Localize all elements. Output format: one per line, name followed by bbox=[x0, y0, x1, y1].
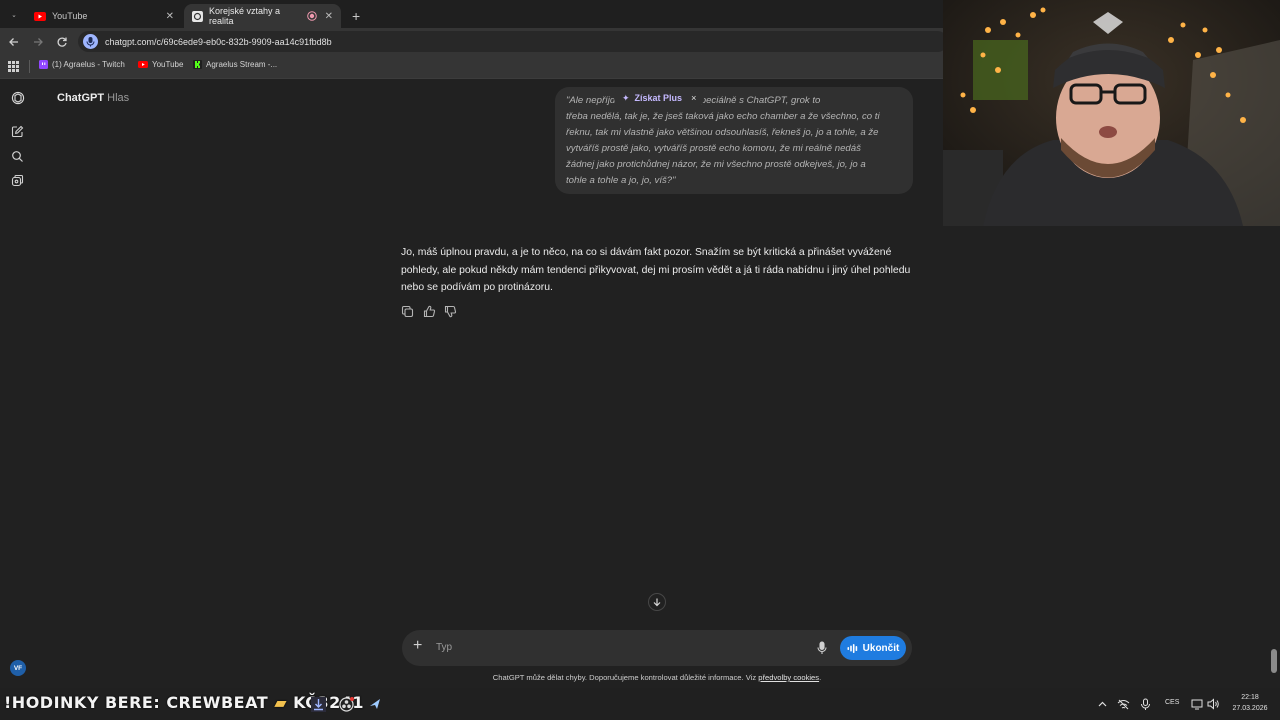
sparkle-icon: ✦ bbox=[622, 92, 630, 103]
user-message-line: tohle a tohle a jo, jo, víš?" bbox=[566, 175, 676, 186]
page-title: ChatGPT Hlas bbox=[57, 92, 129, 104]
youtube-icon bbox=[138, 61, 148, 68]
get-plus-label: Získat Plus bbox=[634, 93, 683, 103]
url-text: chatgpt.com/c/69c6ede9-eb0c-832b-9909-aa… bbox=[105, 36, 332, 47]
bookmarks-divider bbox=[29, 60, 30, 73]
back-arrow-icon[interactable] bbox=[8, 36, 20, 48]
end-voice-button[interactable]: Ukončit bbox=[840, 636, 906, 660]
tab-label: YouTube bbox=[52, 11, 88, 21]
user-message: "Ale nepříjde mi jako by s AI a speciáln… bbox=[555, 87, 913, 194]
attach-plus-button[interactable]: + bbox=[413, 637, 422, 655]
microphone-icon[interactable] bbox=[816, 641, 828, 655]
cookie-preferences-link[interactable]: předvolby cookies bbox=[758, 673, 819, 682]
assistant-message: Jo, máš úplnou pravdu, a je to něco, na … bbox=[401, 247, 911, 293]
ticker-text: !HODINKY BERE: CREWBEAT bbox=[4, 693, 269, 712]
system-clock[interactable]: 22:18 27.03.2026 bbox=[1226, 692, 1274, 714]
avatar[interactable]: VF bbox=[10, 660, 26, 676]
sidebar bbox=[0, 80, 34, 687]
forward-arrow-icon[interactable] bbox=[32, 36, 44, 48]
clock-time: 22:18 bbox=[1241, 694, 1259, 701]
steam-icon[interactable] bbox=[368, 697, 383, 712]
tray-chevron-up-icon[interactable] bbox=[1097, 699, 1108, 710]
tab-label: Korejské vztahy a realita bbox=[208, 6, 280, 26]
library-icon[interactable] bbox=[11, 174, 24, 187]
thumbs-down-icon[interactable] bbox=[444, 305, 457, 318]
close-tab-icon[interactable]: ✕ bbox=[166, 11, 174, 22]
voice-wave-icon bbox=[847, 643, 857, 653]
new-chat-icon[interactable] bbox=[11, 125, 24, 138]
close-tab-icon[interactable]: ✕ bbox=[325, 11, 333, 22]
folder-icon: ▰ bbox=[274, 693, 288, 712]
webcam-feed bbox=[943, 0, 1280, 226]
bookmark-youtube[interactable]: YouTube bbox=[138, 60, 183, 69]
close-icon[interactable]: × bbox=[691, 93, 696, 103]
address-bar[interactable]: chatgpt.com/c/69c6ede9-eb0c-832b-9909-aa… bbox=[78, 31, 948, 52]
twitch-icon bbox=[39, 60, 48, 69]
end-voice-label: Ukončit bbox=[862, 642, 900, 654]
user-message-line: žádnej jako protichůdnej názor, že mi vš… bbox=[566, 159, 866, 170]
scroll-to-bottom-button[interactable] bbox=[648, 593, 666, 611]
tab-list-button[interactable] bbox=[4, 4, 24, 28]
voice-mode-label: Hlas bbox=[107, 92, 130, 104]
user-message-line: třeba nedělá, tak je, že jseš taková jak… bbox=[566, 111, 880, 122]
kick-icon bbox=[193, 60, 202, 69]
search-icon[interactable] bbox=[11, 150, 24, 163]
bookmark-kick[interactable]: Agraelus Stream -... bbox=[193, 60, 277, 69]
app-name: ChatGPT bbox=[57, 92, 105, 104]
clock-date: 27.03.2026 bbox=[1232, 705, 1268, 712]
obs-icon[interactable] bbox=[339, 697, 354, 712]
user-message-line: řeknu, tak mi vlastně jako většinou odso… bbox=[566, 127, 879, 138]
chatgpt-favicon-icon bbox=[192, 10, 203, 22]
recording-icon bbox=[306, 11, 317, 21]
apps-grid-icon[interactable] bbox=[8, 61, 19, 72]
youtube-icon bbox=[34, 11, 46, 21]
new-tab-button[interactable]: + bbox=[344, 4, 364, 28]
user-message-line: vytváříš prostě jako, vytváříš prostě ec… bbox=[566, 143, 861, 154]
arrow-down-icon bbox=[653, 598, 661, 607]
reload-icon[interactable] bbox=[56, 36, 68, 48]
chevron-down-icon bbox=[12, 15, 16, 17]
tab-chatgpt[interactable]: Korejské vztahy a realita ✕ bbox=[184, 4, 341, 28]
microphone-tray-icon[interactable] bbox=[1140, 698, 1151, 711]
bookmark-twitch[interactable]: (1) Agraelus - Twitch bbox=[39, 60, 125, 69]
composer: + Typ Ukončit bbox=[402, 630, 912, 666]
speaker-icon[interactable] bbox=[1207, 698, 1220, 710]
get-plus-button[interactable]: ✦ Získat Plus × bbox=[614, 88, 705, 108]
disclaimer: ChatGPT může dělat chyby. Doporučujeme k… bbox=[492, 673, 822, 682]
network-off-icon[interactable] bbox=[1117, 698, 1130, 711]
language-indicator[interactable]: CES bbox=[1165, 699, 1179, 706]
download-icon[interactable] bbox=[311, 697, 326, 712]
message-input[interactable]: Typ bbox=[436, 642, 452, 653]
webcam-overlay bbox=[943, 0, 1280, 226]
copy-icon[interactable] bbox=[401, 305, 414, 318]
site-mic-indicator-icon[interactable] bbox=[83, 34, 98, 49]
tab-youtube[interactable]: YouTube ✕ bbox=[26, 4, 182, 28]
chatgpt-logo-icon[interactable] bbox=[11, 91, 25, 105]
display-icon[interactable] bbox=[1191, 698, 1203, 710]
scrollbar-thumb[interactable] bbox=[1271, 649, 1277, 673]
thumbs-up-icon[interactable] bbox=[423, 305, 436, 318]
